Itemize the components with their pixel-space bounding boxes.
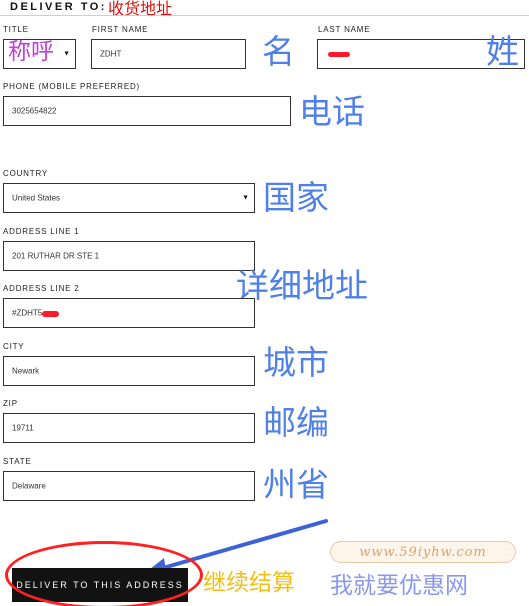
redaction-mark [328,52,350,57]
country-value: United States [12,193,61,203]
highlight-circle [5,541,203,606]
first-name-field[interactable]: ZDHT [91,39,246,69]
first-name-label: FIRST NAME [92,25,149,34]
country-label: COUNTRY [3,169,49,178]
state-label: STATE [3,457,32,466]
address-annotation: 详细地址 [236,267,368,304]
address1-value: 201 RUTHAR DR STE 1 [12,251,100,261]
title-annotation: 称呼 [8,38,54,64]
title-label: TITLE [3,25,29,34]
phone-value: 3025654822 [12,106,57,116]
watermark-brand: 我就要优惠网 [330,572,468,598]
last-name-label: LAST NAME [318,25,371,34]
redaction-mark [42,311,59,317]
country-select[interactable]: United States ▼ [3,183,255,213]
city-value: Newark [12,366,40,376]
address1-label: ADDRESS LINE 1 [3,227,80,236]
state-value: Delaware [12,481,46,491]
address2-value: #ZDHT5 [12,308,43,318]
submit-annotation: 继续结算 [203,569,295,595]
section-title: DELIVER TO: [10,1,107,13]
first-name-annotation: 名 [262,33,295,70]
address2-label: ADDRESS LINE 2 [3,284,80,293]
zip-field[interactable]: 19711 [3,413,255,443]
watermark-url: www.59iyhw.com [330,541,516,563]
city-label: CITY [3,342,25,351]
chevron-down-icon: ▼ [63,50,70,58]
phone-annotation: 电话 [299,93,365,130]
city-annotation: 城市 [263,344,329,381]
address2-field[interactable]: #ZDHT5 [3,298,255,328]
city-field[interactable]: Newark [3,356,255,386]
state-annotation: 州省 [263,466,329,503]
header-divider [0,15,529,16]
last-name-annotation: 姓 [486,33,519,70]
state-field[interactable]: Delaware [3,471,255,501]
phone-label: PHONE (MOBILE PREFERRED) [3,82,140,91]
zip-annotation: 邮编 [263,404,329,441]
first-name-value: ZDHT [100,49,122,59]
phone-field[interactable]: 3025654822 [3,96,291,126]
address1-field[interactable]: 201 RUTHAR DR STE 1 [3,241,255,271]
zip-value: 19711 [12,423,34,433]
zip-label: ZIP [3,399,18,408]
chevron-down-icon: ▼ [242,194,249,202]
country-annotation: 国家 [263,179,329,216]
